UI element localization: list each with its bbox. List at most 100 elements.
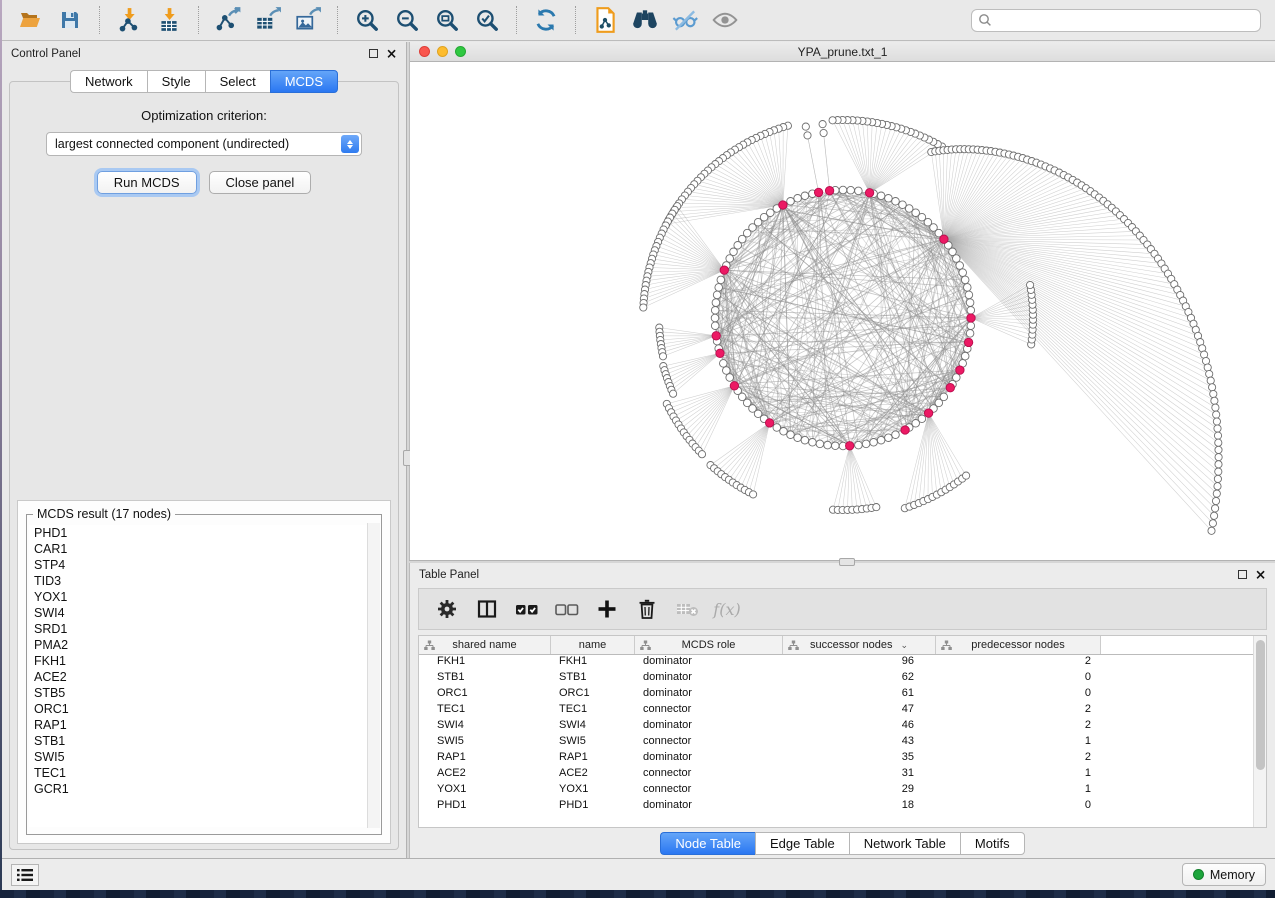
column-header-MCDS-role[interactable]: MCDS role <box>635 636 783 654</box>
mcds-result-item[interactable]: PMA2 <box>29 637 379 653</box>
app-window: Control Panel ⨯ NetworkStyleSelectMCDS O… <box>2 0 1275 890</box>
tab-mcds[interactable]: MCDS <box>270 70 338 93</box>
mcds-result-item[interactable]: CAR1 <box>29 541 379 557</box>
mcds-result-item[interactable]: RAP1 <box>29 717 379 733</box>
tab-edge-table[interactable]: Edge Table <box>755 832 849 855</box>
float-panel-icon[interactable] <box>369 49 378 58</box>
control-panel-tabs: NetworkStyleSelectMCDS <box>2 70 406 93</box>
column-header-predecessor-nodes[interactable]: predecessor nodes <box>936 636 1101 654</box>
toolbar-separator <box>198 6 199 34</box>
criterion-select[interactable]: largest connected component (undirected) <box>46 132 362 156</box>
mcds-result-item[interactable]: ORC1 <box>29 701 379 717</box>
document-network-icon <box>592 6 618 34</box>
table-cell: RAP1 <box>419 751 551 767</box>
eye-button[interactable] <box>705 3 745 37</box>
mcds-tab-content: Optimization criterion: largest connecte… <box>9 81 399 850</box>
function-builder-button: f(x) <box>709 593 745 625</box>
mcds-result-item[interactable]: TEC1 <box>29 765 379 781</box>
mcds-result-item[interactable]: GCR1 <box>29 781 379 797</box>
network-window-titlebar[interactable]: YPA_prune.txt_1 <box>410 42 1275 62</box>
save-session-button[interactable] <box>50 3 90 37</box>
mcds-result-item[interactable]: FKH1 <box>29 653 379 669</box>
zoom-fit-button[interactable] <box>427 3 467 37</box>
mcds-result-item[interactable]: STB1 <box>29 733 379 749</box>
network-canvas[interactable] <box>410 62 1275 560</box>
mcds-result-item[interactable]: TID3 <box>29 573 379 589</box>
search-input[interactable] <box>992 13 1254 27</box>
export-network-button[interactable] <box>208 3 248 37</box>
export-image-button[interactable] <box>288 3 328 37</box>
column-header-successor-nodes[interactable]: successor nodes⌄ <box>783 636 936 654</box>
zoom-selected-button[interactable] <box>467 3 507 37</box>
delete-rows-button[interactable] <box>629 593 665 625</box>
mcds-result-item[interactable]: SWI4 <box>29 605 379 621</box>
close-panel-button[interactable]: Close panel <box>209 171 312 194</box>
table-row[interactable]: SWI5SWI5connector431 <box>419 735 1266 751</box>
table-cell: 47 <box>783 703 936 719</box>
mcds-list-scrollbar[interactable] <box>367 523 380 828</box>
table-row[interactable]: ORC1ORC1dominator610 <box>419 687 1266 703</box>
horizontal-splitter[interactable] <box>409 560 1275 563</box>
import-table-icon <box>156 7 182 33</box>
glasses-hide-button[interactable] <box>665 3 705 37</box>
import-table-button[interactable] <box>149 3 189 37</box>
table-cell: 61 <box>783 687 936 703</box>
document-network-button[interactable] <box>585 3 625 37</box>
table-scrollbar[interactable] <box>1253 636 1266 827</box>
deselect-all-icon <box>554 597 580 621</box>
mcds-result-item[interactable]: SRD1 <box>29 621 379 637</box>
attribute-tree-icon <box>424 640 435 654</box>
mcds-result-item[interactable]: ACE2 <box>29 669 379 685</box>
float-table-panel-icon[interactable] <box>1238 570 1247 579</box>
tab-select[interactable]: Select <box>205 70 270 93</box>
zoom-out-button[interactable] <box>387 3 427 37</box>
table-row[interactable]: SWI4SWI4dominator462 <box>419 719 1266 735</box>
binoculars-button[interactable] <box>625 3 665 37</box>
tab-node-table[interactable]: Node Table <box>660 832 755 855</box>
mcds-result-item[interactable]: STB5 <box>29 685 379 701</box>
task-history-button[interactable] <box>11 864 39 886</box>
table-scrollbar-thumb[interactable] <box>1256 640 1265 770</box>
table-row[interactable]: FKH1FKH1dominator962 <box>419 655 1266 671</box>
column-header-shared-name[interactable]: shared name <box>419 636 551 654</box>
table-row[interactable]: TEC1TEC1connector472 <box>419 703 1266 719</box>
column-header-name[interactable]: name <box>551 636 635 654</box>
table-row[interactable]: RAP1RAP1dominator352 <box>419 751 1266 767</box>
zoom-fit-icon <box>434 7 460 33</box>
vertical-splitter[interactable] <box>406 42 409 858</box>
zoom-in-button[interactable] <box>347 3 387 37</box>
tab-style[interactable]: Style <box>147 70 205 93</box>
close-table-panel-icon[interactable]: ⨯ <box>1255 570 1266 579</box>
mcds-result-item[interactable]: YOX1 <box>29 589 379 605</box>
tab-motifs[interactable]: Motifs <box>960 832 1025 855</box>
table-row[interactable]: ACE2ACE2connector311 <box>419 767 1266 783</box>
mcds-result-item[interactable]: STP4 <box>29 557 379 573</box>
mcds-result-item[interactable]: SWI5 <box>29 749 379 765</box>
table-cell: connector <box>635 703 783 719</box>
select-all-button[interactable] <box>509 593 545 625</box>
close-panel-icon[interactable]: ⨯ <box>386 49 397 58</box>
table-row[interactable]: YOX1YOX1connector291 <box>419 783 1266 799</box>
splitter-grab-handle-h[interactable] <box>839 558 855 566</box>
deselect-all-button[interactable] <box>549 593 585 625</box>
table-row[interactable]: STB1STB1dominator620 <box>419 671 1266 687</box>
global-search-field[interactable] <box>971 9 1261 32</box>
network-window-title: YPA_prune.txt_1 <box>410 45 1275 59</box>
import-network-button[interactable] <box>109 3 149 37</box>
table-cell: 35 <box>783 751 936 767</box>
node-table: shared namenameMCDS rolesuccessor nodes⌄… <box>418 635 1267 828</box>
table-cell: 43 <box>783 735 936 751</box>
toggle-columns-button[interactable] <box>469 593 505 625</box>
settings-gear-button[interactable] <box>429 593 465 625</box>
tab-network[interactable]: Network <box>70 70 147 93</box>
mcds-result-item[interactable]: PHD1 <box>29 525 379 541</box>
control-panel-title: Control Panel <box>11 48 81 60</box>
memory-button[interactable]: Memory <box>1182 863 1266 886</box>
add-row-button[interactable] <box>589 593 625 625</box>
export-table-button[interactable] <box>248 3 288 37</box>
tab-network-table[interactable]: Network Table <box>849 832 960 855</box>
open-session-button[interactable] <box>10 3 50 37</box>
refresh-layout-button[interactable] <box>526 3 566 37</box>
table-row[interactable]: PHD1PHD1dominator180 <box>419 799 1266 815</box>
run-mcds-button[interactable]: Run MCDS <box>97 171 197 194</box>
